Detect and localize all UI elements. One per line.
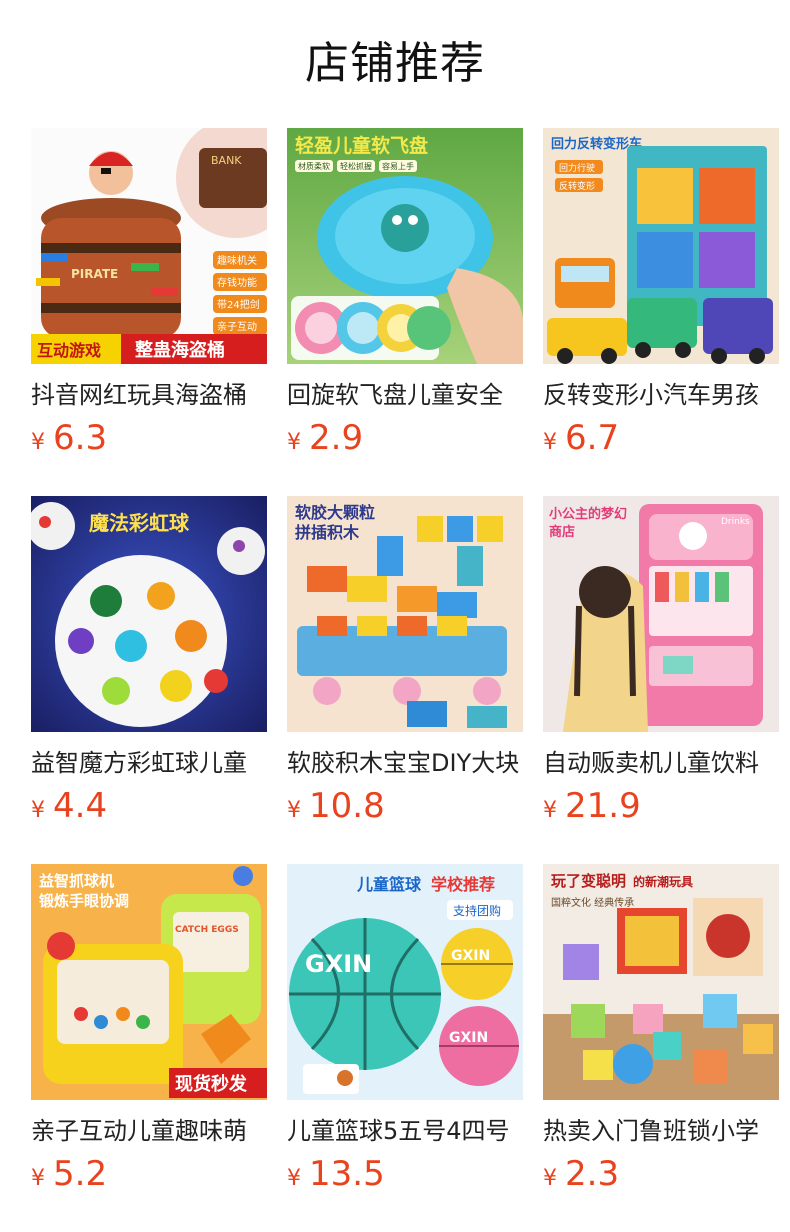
product-card[interactable]: 小公主的梦幻 商店 Drinks 自动贩卖机儿童饮料 ¥21.9 [543,496,779,836]
svg-text:互动游戏: 互动游戏 [37,341,101,360]
svg-text:儿童篮球: 儿童篮球 [356,875,422,894]
product-price: ¥10.8 [287,786,385,826]
price-value: 4.4 [53,786,108,826]
svg-text:BANK: BANK [211,154,242,167]
price-value: 2.3 [565,1154,620,1194]
product-image-transforming-car[interactable]: 回力反转变形车 回力行驶 反转变形 [543,128,779,364]
product-price: ¥2.3 [543,1154,619,1194]
svg-text:小公主的梦幻: 小公主的梦幻 [549,506,627,522]
product-image-luban-lock[interactable]: 玩了变聪明 的新潮玩具 国粹文化 经典传承 [543,864,779,1100]
price-value: 5.2 [53,1154,108,1194]
rainbow-ball-toy-icon: 魔法彩虹球 [31,496,267,732]
price-value: 2.9 [309,418,364,458]
product-name[interactable]: 益智魔方彩虹球儿童 [31,746,267,780]
svg-text:轻盈儿童软飞盘: 轻盈儿童软飞盘 [295,134,428,157]
currency-symbol: ¥ [287,798,301,823]
currency-symbol: ¥ [287,1166,301,1191]
product-name[interactable]: 亲子互动儿童趣味萌 [31,1114,267,1148]
svg-text:GXIN: GXIN [451,948,490,964]
product-card[interactable]: 玩了变聪明 的新潮玩具 国粹文化 经典传承 热卖入门鲁班锁小学 ¥2.3 [543,864,779,1204]
product-name[interactable]: 回旋软飞盘儿童安全 [287,378,523,412]
section-title: 店铺推荐 [305,38,485,89]
svg-text:锻炼手眼协调: 锻炼手眼协调 [39,892,129,910]
svg-text:PIRATE: PIRATE [71,267,118,281]
svg-text:学校推荐: 学校推荐 [431,875,495,894]
product-card[interactable]: 益智抓球机 锻炼手眼协调 CATCH EGGS 现货秒发 亲子互动儿童趣味萌 ¥… [31,864,267,1204]
svg-text:带24把剑: 带24把剑 [217,298,260,311]
svg-text:的新潮玩具: 的新潮玩具 [633,874,693,889]
basketball-icon: 儿童篮球 学校推荐 支持团购 GXIN GXIN GXIN [287,864,523,1100]
svg-text:拼插积木: 拼插积木 [295,523,360,542]
product-name[interactable]: 儿童篮球5五号4四号 [287,1114,523,1148]
svg-text:整蛊海盗桶: 整蛊海盗桶 [134,339,225,361]
product-price: ¥6.3 [31,418,107,458]
building-blocks-toy-icon: 软胶大颗粒 拼插积木 [287,496,523,732]
price-value: 6.3 [53,418,108,458]
product-price: ¥21.9 [543,786,641,826]
claw-ball-game-toy-icon: 益智抓球机 锻炼手眼协调 CATCH EGGS 现货秒发 [31,864,267,1100]
product-image-frisbee[interactable]: 轻盈儿童软飞盘 材质柔软 轻松抓握 容易上手 [287,128,523,364]
svg-text:软胶大颗粒: 软胶大颗粒 [295,503,375,522]
frisbee-toy-icon: 轻盈儿童软飞盘 材质柔软 轻松抓握 容易上手 [287,128,523,364]
svg-text:国粹文化 经典传承: 国粹文化 经典传承 [551,896,634,909]
product-image-building-blocks[interactable]: 软胶大颗粒 拼插积木 [287,496,523,732]
product-name[interactable]: 抖音网红玩具海盗桶 [31,378,267,412]
price-value: 21.9 [565,786,641,826]
product-price: ¥2.9 [287,418,363,458]
price-value: 13.5 [309,1154,385,1194]
svg-text:商店: 商店 [549,524,575,540]
svg-text:支持团购: 支持团购 [453,903,501,918]
vending-machine-toy-icon: 小公主的梦幻 商店 Drinks [543,496,779,732]
product-price: ¥4.4 [31,786,107,826]
product-name[interactable]: 软胶积木宝宝DIY大块 [287,746,523,780]
currency-symbol: ¥ [31,430,45,455]
product-image-vending-machine[interactable]: 小公主的梦幻 商店 Drinks [543,496,779,732]
svg-text:轻松抓握: 轻松抓握 [340,161,372,171]
product-card[interactable]: BANK PIRATE 趣味机关 存钱功能 带24把剑 亲子互动 互动游戏 整蛊… [31,128,267,468]
svg-text:材质柔软: 材质柔软 [298,161,330,171]
product-image-pirate-barrel[interactable]: BANK PIRATE 趣味机关 存钱功能 带24把剑 亲子互动 互动游戏 整蛊… [31,128,267,364]
price-value: 6.7 [565,418,620,458]
svg-text:反转变形: 反转变形 [559,180,595,192]
currency-symbol: ¥ [543,430,557,455]
svg-text:益智抓球机: 益智抓球机 [39,872,114,890]
svg-text:回力行驶: 回力行驶 [559,162,595,174]
product-card[interactable]: 软胶大颗粒 拼插积木 软胶积木宝宝DIY大块 ¥ 10.8 [287,496,523,836]
product-price: ¥6.7 [543,418,619,458]
svg-text:Drinks: Drinks [721,517,750,527]
product-card[interactable]: 儿童篮球 学校推荐 支持团购 GXIN GXIN GXIN 儿童篮球5五号4四号… [287,864,523,1204]
svg-text:容易上手: 容易上手 [382,161,414,171]
product-card[interactable]: 魔法彩虹球 益智魔方彩虹球儿童 ¥4.4 [31,496,267,836]
product-card[interactable]: 轻盈儿童软飞盘 材质柔软 轻松抓握 容易上手 回旋软飞盘儿童安全 ¥ 2.9 [287,128,523,468]
svg-text:GXIN: GXIN [305,950,372,978]
svg-text:趣味机关: 趣味机关 [217,254,257,267]
currency-symbol: ¥ [543,1166,557,1191]
pirate-barrel-toy-icon: BANK PIRATE 趣味机关 存钱功能 带24把剑 亲子互动 互动游戏 整蛊… [31,128,267,364]
currency-symbol: ¥ [31,798,45,823]
product-image-claw-ball-game[interactable]: 益智抓球机 锻炼手眼协调 CATCH EGGS 现货秒发 [31,864,267,1100]
product-card[interactable]: 回力反转变形车 回力行驶 反转变形 反转变形小汽车男孩 ¥ 6.7 [543,128,779,468]
price-value: 10.8 [309,786,385,826]
svg-text:亲子互动: 亲子互动 [217,320,257,333]
svg-text:存钱功能: 存钱功能 [217,276,257,289]
svg-text:GXIN: GXIN [449,1030,488,1046]
currency-symbol: ¥ [543,798,557,823]
luban-lock-puzzle-icon: 玩了变聪明 的新潮玩具 国粹文化 经典传承 [543,864,779,1100]
product-name[interactable]: 热卖入门鲁班锁小学 [543,1114,779,1148]
svg-text:CATCH EGGS: CATCH EGGS [175,925,239,935]
currency-symbol: ¥ [31,1166,45,1191]
svg-text:现货秒发: 现货秒发 [175,1073,248,1095]
transforming-car-toy-icon: 回力反转变形车 回力行驶 反转变形 [543,128,779,364]
product-price: ¥13.5 [287,1154,385,1194]
product-name[interactable]: 自动贩卖机儿童饮料 [543,746,779,780]
svg-text:玩了变聪明: 玩了变聪明 [551,872,626,890]
product-image-basketball[interactable]: 儿童篮球 学校推荐 支持团购 GXIN GXIN GXIN [287,864,523,1100]
currency-symbol: ¥ [287,430,301,455]
product-image-rainbow-ball[interactable]: 魔法彩虹球 [31,496,267,732]
svg-text:魔法彩虹球: 魔法彩虹球 [89,511,190,535]
product-price: ¥5.2 [31,1154,107,1194]
product-name[interactable]: 反转变形小汽车男孩 [543,378,779,412]
